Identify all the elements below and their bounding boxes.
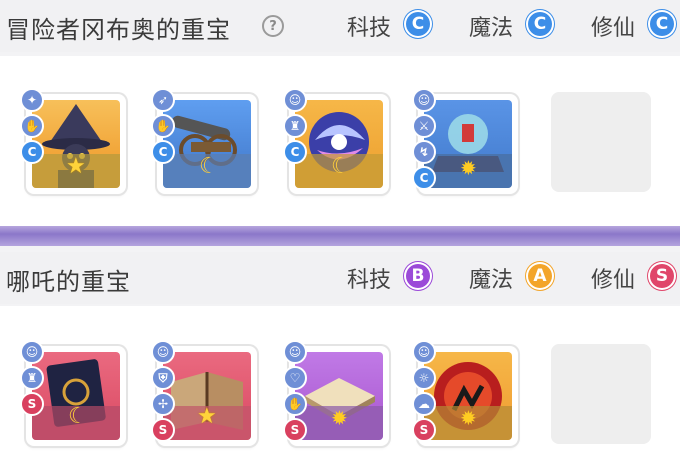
cloud-icon: ☁ [412, 392, 436, 416]
treasure-card-cannon[interactable]: ➶ ✋ C ☾ [151, 88, 257, 194]
grade-badge-cultivation-1: C [648, 10, 676, 38]
grade-badge-cultivation-2: S [648, 262, 676, 290]
castle-icon: ♜ [283, 114, 307, 138]
sun-skill-icon: ☼ [412, 366, 436, 390]
empty-treasure-slot[interactable] [551, 92, 651, 192]
shield-icon: ⛨ [151, 366, 175, 390]
category-label-tech-2: 科技 [347, 268, 392, 293]
category-label-cultivation-1: 修仙 [591, 16, 636, 41]
heart-icon: ♡ [283, 366, 307, 390]
grade-s-icon: S [283, 418, 307, 442]
grade-c-icon: C [20, 140, 44, 164]
sun-rating-icon: ✹ [460, 406, 477, 430]
grade-badge-tech-1: C [404, 10, 432, 38]
grade-badge-magic-1: C [526, 10, 554, 38]
person-icon: ☺ [20, 340, 44, 364]
treasure-card-crystal-ball[interactable]: ☺ ⚔ ↯ C ✹ [412, 88, 518, 194]
category-label-magic-2: 魔法 [469, 268, 514, 293]
boot-icon: ↯ [412, 140, 436, 164]
star-rating-icon: ★ [66, 154, 86, 179]
help-icon[interactable]: ? [262, 15, 284, 37]
moon-rating-icon: ☾ [68, 404, 88, 429]
sun-rating-icon: ✹ [331, 406, 348, 430]
empty-treasure-slot[interactable] [551, 344, 651, 444]
person-icon: ☺ [151, 340, 175, 364]
section-title-1: 冒险者冈布奥的重宝 [6, 16, 231, 44]
category-label-cultivation-2: 修仙 [591, 268, 636, 293]
cross-icon: ✢ [151, 392, 175, 416]
hand-icon: ✋ [283, 392, 307, 416]
castle-icon: ♜ [20, 366, 44, 390]
section-title-2: 哪吒的重宝 [6, 268, 131, 296]
grade-s-icon: S [151, 418, 175, 442]
section-header-1: 冒险者冈布奥的重宝 ? 科技 C 魔法 C 修仙 C [0, 0, 680, 52]
treasure-card-witch[interactable]: ✦ ✋ C ★ [20, 88, 126, 194]
moon-rating-icon: ☾ [199, 154, 219, 179]
person-icon: ☺ [283, 88, 307, 112]
treasure-card-scroll[interactable]: ☺ ♡ ✋ S ✹ [283, 340, 389, 446]
grade-c-icon: C [283, 140, 307, 164]
treasure-card-fire-orb[interactable]: ☺ ☼ ☁ S ✹ [412, 340, 518, 446]
treasure-row-2: ☺ ♜ S ☾ ☺ ⛨ ✢ S ★ ☺ ♡ ✋ S ✹ ☺ ☼ ☁ S ✹ [0, 306, 680, 455]
treasure-card-orb[interactable]: ☺ ♜ C ☾ [283, 88, 389, 194]
grade-c-icon: C [412, 166, 436, 190]
person-icon: ☺ [412, 340, 436, 364]
sword-icon: ⚔ [412, 114, 436, 138]
treasure-row-1: ✦ ✋ C ★ ➶ ✋ C ☾ ☺ ♜ C ☾ ☺ ⚔ ↯ C ✹ [0, 56, 680, 226]
rocket-icon: ➶ [151, 88, 175, 112]
grade-badge-tech-2: B [404, 262, 432, 290]
skill-icon: ✦ [20, 88, 44, 112]
glove-icon: ✋ [20, 114, 44, 138]
category-label-tech-1: 科技 [347, 16, 392, 41]
grade-s-icon: S [20, 392, 44, 416]
star-rating-icon: ★ [197, 404, 217, 429]
section-header-2: 哪吒的重宝 科技 B 魔法 A 修仙 S [0, 252, 680, 304]
treasure-card-old-book[interactable]: ☺ ⛨ ✢ S ★ [151, 340, 257, 446]
grade-s-icon: S [412, 418, 436, 442]
grade-badge-magic-2: A [526, 262, 554, 290]
person-icon: ☺ [412, 88, 436, 112]
sun-rating-icon: ✹ [460, 156, 477, 180]
treasure-card-dark-book[interactable]: ☺ ♜ S ☾ [20, 340, 126, 446]
grade-c-icon: C [151, 140, 175, 164]
hand-icon: ✋ [151, 114, 175, 138]
category-label-magic-1: 魔法 [469, 16, 514, 41]
moon-rating-icon: ☾ [331, 154, 351, 179]
section-divider [0, 226, 680, 246]
person-icon: ☺ [283, 340, 307, 364]
